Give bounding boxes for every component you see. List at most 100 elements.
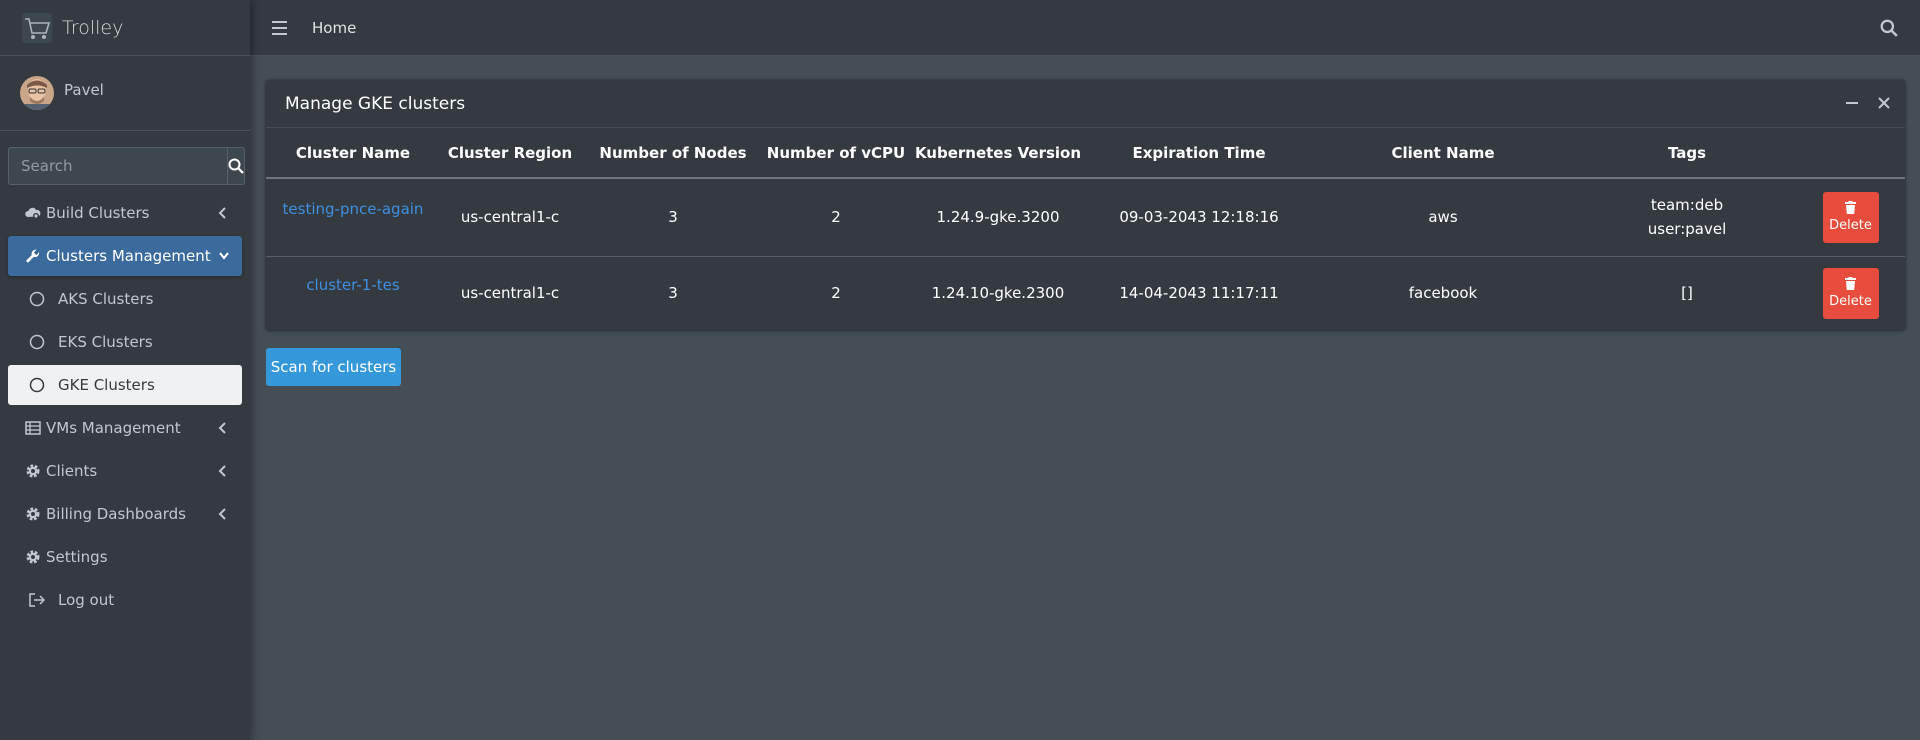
column-header: Number of Nodes (580, 128, 766, 179)
search-icon[interactable] (1880, 19, 1898, 37)
close-button[interactable] (1877, 96, 1891, 110)
sidebar-item-label: Clients (46, 462, 98, 480)
chevron-left-icon (218, 508, 226, 520)
sidebar-item-billing-dashboards[interactable]: Billing Dashboards (8, 494, 242, 534)
search-icon (228, 158, 244, 174)
table-header-row: Cluster Name Cluster Region Number of No… (266, 128, 1905, 179)
cluster-version: 1.24.10-gke.2300 (931, 284, 1065, 303)
cluster-expiration: 14-04-2043 11:17:11 (1119, 284, 1279, 303)
sidebar-item-label: GKE Clusters (58, 376, 155, 394)
chevron-left-icon (218, 207, 226, 219)
logout-icon (28, 591, 46, 609)
cluster-region: us-central1-c (440, 178, 580, 257)
trash-icon (1845, 277, 1856, 291)
cart-icon (22, 12, 52, 43)
search-button[interactable] (227, 147, 245, 185)
home-link[interactable]: Home (312, 19, 356, 37)
gear-icon (24, 462, 42, 480)
scan-for-clusters-button[interactable]: Scan for clusters (266, 348, 401, 386)
sidebar-item-log-out[interactable]: Log out (8, 580, 242, 620)
sidebar-item-label: Billing Dashboards (46, 505, 186, 523)
sidebar-item-clusters-management[interactable]: Clusters Management (8, 236, 242, 276)
column-header: Cluster Name (266, 128, 440, 179)
sidebar-nav: Build Clusters Clusters Management AKS C… (0, 193, 250, 620)
cloud-cog-icon (24, 204, 42, 222)
circle-icon (28, 376, 46, 394)
topbar: Home (250, 0, 1920, 56)
tag: team:deb (1650, 196, 1724, 215)
sidebar-item-label: Log out (58, 591, 115, 609)
circle-icon (28, 290, 46, 308)
sidebar: Trolley Pavel Search Build Clusters Clus… (0, 0, 250, 740)
delete-button[interactable]: Delete (1822, 191, 1879, 243)
actions-cell: Delete (1796, 256, 1905, 330)
circle-icon (28, 333, 46, 351)
sidebar-item-eks-clusters[interactable]: EKS Clusters (8, 322, 242, 362)
card-header: Manage GKE clusters (266, 80, 1905, 128)
sidebar-item-settings[interactable]: Settings (8, 537, 242, 577)
cluster-vcpu: 2 (766, 178, 906, 257)
column-header-actions (1796, 128, 1905, 179)
collapse-button[interactable] (1845, 96, 1859, 110)
delete-label: Delete (1829, 294, 1872, 310)
brand[interactable]: Trolley (0, 0, 250, 56)
sidebar-item-build-clusters[interactable]: Build Clusters (8, 193, 242, 233)
column-header: Kubernetes Version (906, 128, 1090, 179)
table-row: testing-pnce-again us-central1-c 3 2 1.2… (266, 178, 1905, 257)
search-input[interactable] (8, 147, 227, 185)
cluster-client: facebook (1408, 284, 1478, 303)
sidebar-item-label: EKS Clusters (58, 333, 153, 351)
wrench-icon (24, 247, 42, 265)
cluster-expiration: 09-03-2043 12:18:16 (1090, 178, 1308, 257)
delete-button[interactable]: Delete (1822, 267, 1879, 319)
sidebar-item-label: Build Clusters (46, 204, 150, 222)
column-header: Client Name (1308, 128, 1578, 179)
sidebar-item-label: Settings (46, 548, 108, 566)
trash-icon (1845, 201, 1856, 215)
cluster-tags: [] (1578, 256, 1796, 330)
server-icon (24, 419, 42, 437)
column-header: Number of vCPU (766, 128, 906, 179)
user-name: Pavel (64, 81, 104, 99)
card-tools (1845, 96, 1891, 110)
cluster-name-link[interactable]: cluster-1-tes (266, 256, 440, 330)
hamburger-icon[interactable] (272, 20, 290, 36)
tag: [] (1681, 284, 1693, 303)
table-row: cluster-1-tes us-central1-c 3 2 1.24.10-… (266, 256, 1905, 330)
minus-icon (1846, 102, 1858, 104)
sidebar-search (8, 147, 245, 185)
actions-cell: Delete (1796, 178, 1905, 257)
sidebar-item-gke-clusters[interactable]: GKE Clusters (8, 365, 242, 405)
gear-icon (24, 548, 42, 566)
chevron-down-icon (219, 252, 229, 260)
column-header: Tags (1578, 128, 1796, 179)
gke-clusters-card: Manage GKE clusters Cluster Name Cluster… (266, 80, 1905, 330)
sidebar-item-clients[interactable]: Clients (8, 451, 242, 491)
avatar (20, 76, 54, 110)
cluster-name-link[interactable]: testing-pnce-again (266, 178, 440, 257)
sidebar-item-aks-clusters[interactable]: AKS Clusters (8, 279, 242, 319)
cluster-nodes: 3 (668, 284, 678, 303)
card-title: Manage GKE clusters (285, 93, 466, 114)
column-header: Expiration Time (1090, 128, 1308, 179)
chevron-left-icon (218, 422, 226, 434)
column-header: Cluster Region (440, 128, 580, 179)
cluster-client: aws (1308, 178, 1578, 257)
cluster-vcpu: 2 (831, 284, 841, 303)
cluster-tags: team:deb user:pavel (1578, 178, 1796, 257)
cluster-region: us-central1-c (460, 284, 560, 303)
sidebar-item-label: Clusters Management (46, 247, 211, 265)
user-panel[interactable]: Pavel (0, 56, 250, 131)
clusters-table: Cluster Name Cluster Region Number of No… (266, 128, 1905, 330)
sidebar-item-label: VMs Management (46, 419, 181, 437)
sidebar-item-label: AKS Clusters (58, 290, 154, 308)
gear-icon (24, 505, 42, 523)
cluster-nodes: 3 (580, 178, 766, 257)
close-icon (1878, 97, 1890, 109)
tag: user:pavel (1647, 220, 1727, 239)
chevron-left-icon (218, 465, 226, 477)
brand-name: Trolley (62, 16, 124, 39)
delete-label: Delete (1829, 218, 1872, 234)
cluster-version: 1.24.9-gke.3200 (906, 178, 1090, 257)
sidebar-item-vms-management[interactable]: VMs Management (8, 408, 242, 448)
